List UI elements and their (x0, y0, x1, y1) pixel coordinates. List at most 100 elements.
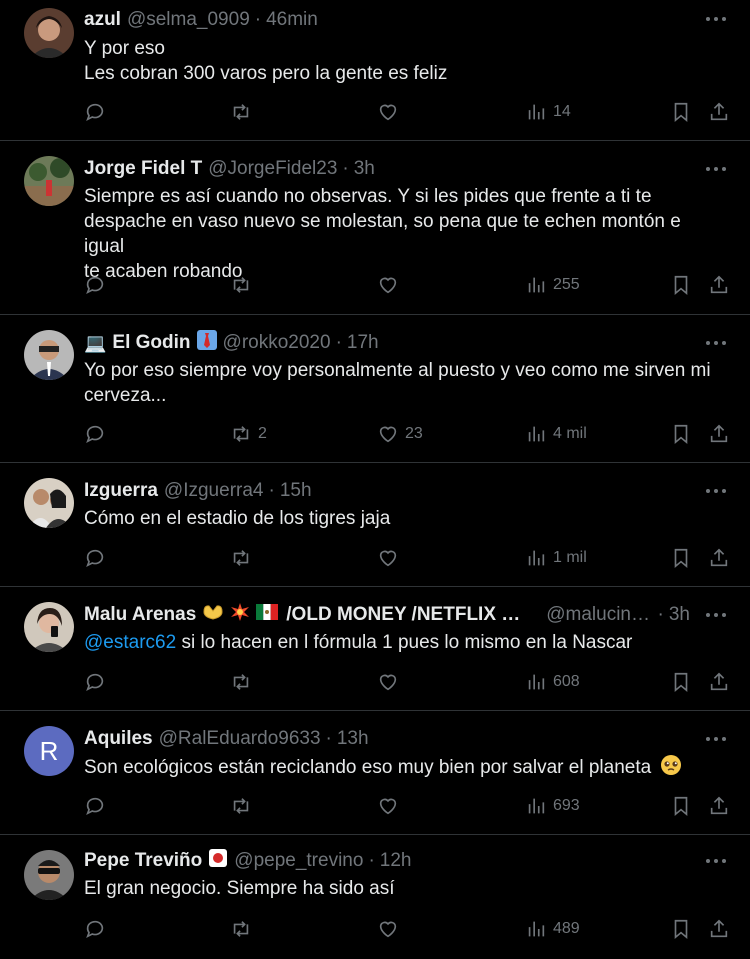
retweet-button[interactable] (230, 669, 252, 695)
display-name[interactable]: Malu Arenas (84, 604, 196, 626)
timestamp[interactable]: 3h (669, 604, 690, 626)
bookmark-button[interactable] (670, 272, 692, 298)
user-handle[interactable]: @JorgeFidel23 (208, 158, 337, 180)
share-button[interactable] (708, 99, 730, 125)
reply-button[interactable] (84, 916, 106, 942)
share-button[interactable] (708, 272, 730, 298)
like-button[interactable] (377, 793, 399, 819)
user-handle[interactable]: @pepe_trevino (234, 850, 363, 872)
tweet-text-line: El gran negocio. Siempre ha sido así (84, 878, 395, 899)
views-chart-icon (528, 798, 545, 814)
mexico-flag-emoji (256, 604, 279, 626)
avatar[interactable] (24, 330, 74, 380)
more-icon[interactable] (704, 605, 728, 625)
more-icon[interactable] (704, 9, 728, 29)
share-button[interactable] (708, 793, 730, 819)
views-button[interactable]: 693 (525, 793, 580, 819)
timestamp[interactable]: 12h (380, 850, 412, 872)
more-icon[interactable] (704, 481, 728, 501)
reply-button[interactable] (84, 421, 106, 447)
like-button[interactable] (377, 916, 399, 942)
tweet-text: Yo por eso siempre voy personalmente al … (84, 358, 720, 408)
timestamp[interactable]: 17h (347, 332, 379, 354)
views-button[interactable]: 1 mil (525, 545, 587, 571)
user-handle[interactable]: @RalEduardo9633 (159, 728, 321, 750)
avatar[interactable] (24, 850, 74, 900)
reply-button[interactable] (84, 99, 106, 125)
more-icon[interactable] (704, 729, 728, 749)
user-handle[interactable]: @rokko2020 (223, 332, 331, 354)
display-name[interactable]: Jorge Fidel T (84, 158, 202, 180)
bookmark-icon (674, 796, 688, 817)
views-button[interactable]: 489 (525, 916, 580, 942)
like-button[interactable] (377, 545, 399, 571)
avatar[interactable] (24, 478, 74, 528)
display-name[interactable]: Izguerra (84, 480, 158, 502)
like-button[interactable] (377, 272, 399, 298)
tweet-text-line: Cómo en el estadio de los tigres jaja (84, 508, 391, 529)
retweet-button[interactable] (230, 99, 252, 125)
like-button[interactable] (377, 669, 399, 695)
bookmark-button[interactable] (670, 421, 692, 447)
retweet-button[interactable] (230, 916, 252, 942)
display-name[interactable]: Aquiles (84, 728, 153, 750)
reply-button[interactable] (84, 545, 106, 571)
avatar[interactable] (24, 156, 74, 206)
avatar[interactable] (24, 602, 74, 652)
tweet-actions: 14 (84, 99, 730, 125)
tweet-actions: 489 (84, 916, 730, 942)
user-handle[interactable]: @selma_0909 (127, 9, 250, 31)
tweet-text-fragment: Son ecológicos están reciclando eso muy … (84, 757, 652, 778)
tweet-card[interactable]: 💻 El Godin @rokko2020 · 17h Yo por eso s… (0, 315, 750, 463)
tweet-card[interactable]: azul @selma_0909 · 46min Y por eso Les c… (0, 0, 750, 141)
mention-link[interactable]: @estarc62 (84, 632, 176, 653)
display-name[interactable]: Pepe Treviño (84, 850, 202, 872)
reply-button[interactable] (84, 793, 106, 819)
reply-icon (86, 920, 104, 939)
display-name[interactable]: azul (84, 9, 121, 31)
more-icon[interactable] (704, 333, 728, 353)
user-handle[interactable]: @Izguerra4 (164, 480, 264, 502)
like-button[interactable] (377, 99, 399, 125)
bookmark-button[interactable] (670, 916, 692, 942)
display-name[interactable]: El Godin (112, 332, 190, 354)
reply-button[interactable] (84, 272, 106, 298)
tweet-card[interactable]: Jorge Fidel T @JorgeFidel23 · 3h Siempre… (0, 141, 750, 315)
retweet-button[interactable]: 2 (230, 421, 267, 447)
share-icon (710, 796, 728, 815)
reply-button[interactable] (84, 669, 106, 695)
tweet-card[interactable]: Malu Arenas /OLD MONEY /NETFLIX PR... @m… (0, 587, 750, 711)
separator-dot: · (657, 604, 664, 625)
bookmark-button[interactable] (670, 793, 692, 819)
views-button[interactable]: 608 (525, 669, 580, 695)
views-button[interactable]: 14 (525, 99, 571, 125)
retweet-button[interactable] (230, 272, 252, 298)
avatar-letter: R (39, 735, 59, 766)
timestamp[interactable]: 13h (337, 728, 369, 750)
bookmark-button[interactable] (670, 545, 692, 571)
retweet-button[interactable] (230, 793, 252, 819)
display-name-suffix[interactable]: /OLD MONEY /NETFLIX PR... (286, 604, 532, 626)
avatar[interactable]: R (24, 726, 74, 776)
views-chart-icon (528, 426, 545, 442)
timestamp[interactable]: 3h (354, 158, 375, 180)
tweet-card[interactable]: Izguerra @Izguerra4 · 15h Cómo en el est… (0, 463, 750, 587)
more-icon[interactable] (704, 851, 728, 871)
more-icon[interactable] (704, 159, 728, 179)
retweet-button[interactable] (230, 545, 252, 571)
share-button[interactable] (708, 545, 730, 571)
tweet-card[interactable]: Pepe Treviño @pepe_trevino · 12h El gran… (0, 835, 750, 959)
bookmark-button[interactable] (670, 99, 692, 125)
tweet-card[interactable]: R Aquiles @RalEduardo9633 · 13h Son ecol… (0, 711, 750, 835)
share-button[interactable] (708, 669, 730, 695)
timestamp[interactable]: 46min (266, 9, 318, 31)
views-button[interactable]: 255 (525, 272, 580, 298)
timestamp[interactable]: 15h (280, 480, 312, 502)
avatar[interactable] (24, 8, 74, 58)
views-button[interactable]: 4 mil (525, 421, 587, 447)
user-handle[interactable]: @malucine... (546, 604, 652, 626)
share-button[interactable] (708, 421, 730, 447)
share-button[interactable] (708, 916, 730, 942)
bookmark-button[interactable] (670, 669, 692, 695)
like-button[interactable]: 23 (377, 421, 423, 447)
